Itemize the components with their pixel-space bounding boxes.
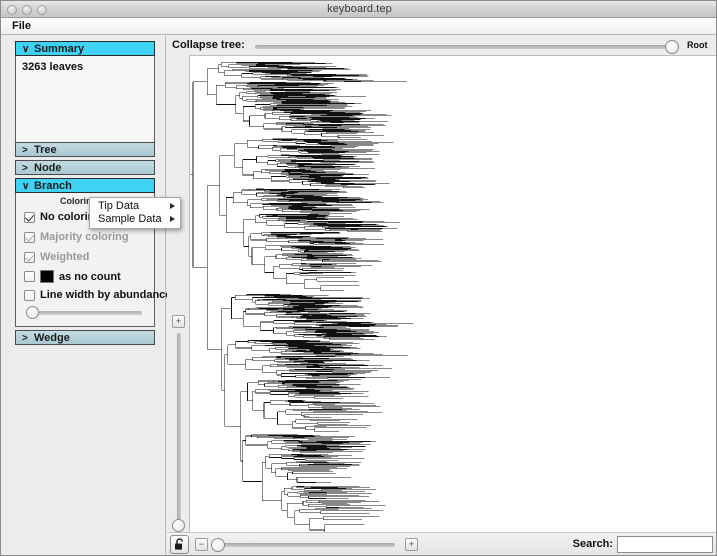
checkbox-line-width-by-abundance[interactable] — [24, 289, 35, 301]
panel-title-summary: Summary — [34, 43, 85, 55]
panel-header-wedge[interactable]: > Wedge — [15, 330, 155, 345]
branch-slider-track — [32, 311, 142, 315]
context-menu: Tip Data Sample Data — [89, 197, 181, 229]
label-line-width-by-abundance: Line width by abundance — [40, 289, 172, 301]
panel-title-tree: Tree — [34, 144, 57, 156]
label-as-no-count: as no count — [59, 270, 121, 283]
collapse-tree-root-label: Root — [687, 40, 708, 50]
panel-title-wedge: Wedge — [34, 332, 70, 344]
checkbox-no-coloring[interactable] — [24, 211, 35, 223]
submenu-arrow-icon — [170, 216, 175, 222]
panel-summary: ∨ Summary 3263 leaves — [15, 41, 155, 144]
context-menu-label-sample-data: Sample Data — [98, 213, 162, 225]
horizontal-zoom-in-button[interactable]: + — [405, 538, 418, 551]
collapse-tree-slider-thumb[interactable] — [665, 40, 679, 54]
title-bar: keyboard.tep — [1, 1, 716, 18]
panel-wedge: > Wedge — [15, 330, 155, 345]
sidebar: ∨ Summary 3263 leaves > Tree > Node ∨ Branch — [2, 36, 171, 555]
context-menu-item-sample-data[interactable]: Sample Data — [90, 213, 180, 226]
chevron-down-icon: ∨ — [22, 44, 30, 55]
vertical-zoom-track[interactable] — [177, 333, 181, 523]
collapse-tree-toolbar: Collapse tree: Root — [167, 36, 716, 55]
label-majority-coloring: Majority coloring — [40, 231, 129, 243]
chevron-down-icon: ∨ — [22, 181, 30, 192]
context-menu-item-tip-data[interactable]: Tip Data — [90, 200, 180, 213]
window-title: keyboard.tep — [327, 3, 392, 15]
checkbox-row-majority-coloring: Majority coloring — [24, 231, 129, 243]
label-weighted: Weighted — [40, 251, 90, 263]
checkbox-weighted — [24, 251, 35, 263]
horizontal-zoom-track[interactable] — [215, 543, 395, 547]
vertical-zoom-control: + − — [167, 55, 189, 555]
context-menu-label-tip-data: Tip Data — [98, 200, 140, 212]
search-input[interactable] — [617, 536, 713, 553]
main-area: Collapse tree: Root + − — [167, 36, 716, 555]
chevron-right-icon: > — [22, 333, 28, 344]
branch-slider-thumb[interactable] — [26, 306, 39, 319]
panel-node: > Node — [15, 160, 155, 175]
phylogenetic-tree-canvas[interactable] — [189, 55, 716, 549]
collapse-tree-label: Collapse tree: — [172, 39, 245, 51]
checkbox-row-as-no-count[interactable]: as no count — [24, 270, 121, 283]
menu-file[interactable]: File — [9, 20, 34, 32]
checkbox-row-weighted: Weighted — [24, 251, 89, 263]
application-window: keyboard.tep File ∨ Summary 3263 leaves >… — [0, 0, 717, 556]
checkbox-as-no-count[interactable] — [24, 271, 35, 282]
panel-title-node: Node — [34, 162, 62, 174]
search-label: Search: — [572, 538, 613, 550]
panel-header-branch[interactable]: ∨ Branch — [15, 178, 155, 193]
tree-svg — [190, 61, 414, 536]
checkbox-majority-coloring — [24, 231, 35, 243]
panel-body-summary: 3263 leaves — [15, 56, 155, 144]
branch-line-width-slider[interactable] — [26, 306, 144, 320]
panel-title-branch: Branch — [34, 180, 72, 192]
menu-bar: File — [1, 18, 716, 35]
panel-tree: > Tree — [15, 142, 155, 157]
chevron-right-icon: > — [22, 145, 28, 156]
panel-header-summary[interactable]: ∨ Summary — [15, 41, 155, 56]
collapse-tree-slider-track[interactable] — [255, 45, 679, 49]
summary-leaves-text: 3263 leaves — [22, 61, 84, 73]
chevron-right-icon: > — [22, 163, 28, 174]
lock-icon — [175, 538, 183, 550]
panel-header-node[interactable]: > Node — [15, 160, 155, 175]
bottom-toolbar: − + Search: — [167, 532, 716, 555]
horizontal-zoom-out-button[interactable]: − — [195, 538, 208, 551]
horizontal-zoom-thumb[interactable] — [211, 538, 225, 552]
panel-header-tree[interactable]: > Tree — [15, 142, 155, 157]
checkbox-row-line-width-by-abundance[interactable]: Line width by abundance — [24, 289, 171, 301]
submenu-arrow-icon — [170, 203, 175, 209]
vertical-zoom-in-button[interactable]: + — [172, 315, 185, 328]
vertical-zoom-thumb[interactable] — [172, 519, 185, 532]
color-swatch-no-count[interactable] — [40, 270, 54, 283]
lock-button[interactable] — [170, 535, 189, 554]
